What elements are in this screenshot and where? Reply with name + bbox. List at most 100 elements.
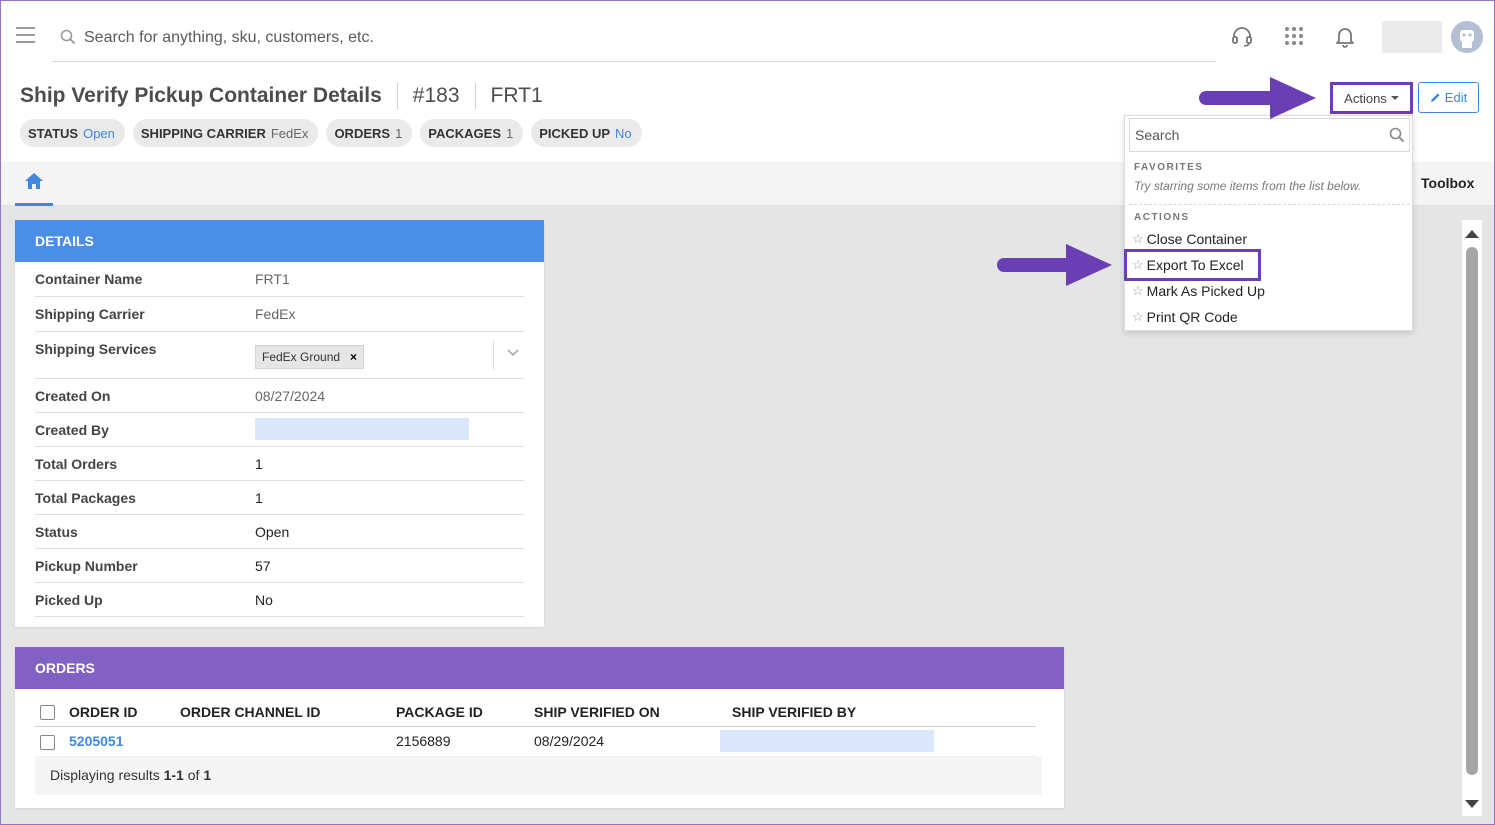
- detail-value: No: [255, 592, 273, 608]
- detail-label: Created On: [35, 388, 111, 404]
- star-icon[interactable]: ☆: [1132, 231, 1144, 247]
- toolbox-tab[interactable]: Toolbox: [1421, 175, 1474, 191]
- menu-item-label: Print QR Code: [1146, 309, 1238, 325]
- order-id-link[interactable]: 5205051: [69, 733, 124, 749]
- carrier-badge: SHIPPING CARRIER FedEx: [132, 119, 319, 147]
- edit-button[interactable]: Edit: [1418, 82, 1479, 113]
- favorites-hint: Try starring some items from the list be…: [1134, 179, 1362, 193]
- detail-value: Open: [255, 524, 290, 540]
- badge-label: PICKED UP: [539, 125, 611, 141]
- tab-home[interactable]: [15, 162, 53, 206]
- apps-grid-icon[interactable]: [1282, 24, 1306, 48]
- actions-button[interactable]: Actions: [1330, 82, 1413, 114]
- detail-label: Pickup Number: [35, 558, 138, 574]
- column-header[interactable]: ORDER ID: [69, 704, 137, 720]
- detail-row-picked-up: Picked Up No: [35, 583, 524, 617]
- badge-value: 1: [395, 125, 403, 141]
- detail-row-total-packages: Total Packages 1: [35, 481, 524, 515]
- table-header: ORDER ID ORDER CHANNEL ID PACKAGE ID SHI…: [35, 699, 1036, 727]
- detail-value: 1: [255, 456, 263, 472]
- chevron-down-icon[interactable]: [507, 349, 519, 357]
- page-header: Ship Verify Pickup Container Details #18…: [20, 82, 543, 110]
- shipping-services-select[interactable]: FedEx Ground ×: [255, 345, 365, 378]
- detail-value: 1: [255, 490, 263, 506]
- column-header[interactable]: SHIP VERIFIED ON: [534, 704, 660, 720]
- search-icon: [60, 29, 76, 45]
- star-icon[interactable]: ☆: [1132, 283, 1144, 299]
- menu-item-label: Close Container: [1146, 231, 1248, 247]
- user-name-placeholder[interactable]: [1382, 21, 1442, 53]
- menu-item-print-qr-code[interactable]: ☆ Print QR Code: [1132, 306, 1238, 328]
- details-card: DETAILS Container Name FRT1 Shipping Car…: [15, 220, 544, 627]
- dropdown-search: [1129, 118, 1410, 152]
- actions-dropdown: FAVORITES Try starring some items from t…: [1124, 115, 1413, 331]
- detail-label: Shipping Services: [35, 341, 157, 357]
- vertical-scrollbar[interactable]: [1462, 220, 1482, 816]
- summary-badges: STATUS Open SHIPPING CARRIER FedEx ORDERS 1…: [20, 119, 642, 147]
- details-heading: DETAILS: [15, 220, 544, 262]
- badge-value: 1: [506, 125, 514, 141]
- detail-label: Total Orders: [35, 456, 118, 472]
- scroll-down-icon[interactable]: [1462, 798, 1482, 812]
- detail-row-created-by: Created By: [35, 413, 524, 447]
- detail-label: Container Name: [35, 271, 143, 287]
- dropdown-search-input[interactable]: [1135, 125, 1375, 145]
- menu-item-mark-as-picked-up[interactable]: ☆ Mark As Picked Up: [1132, 280, 1265, 302]
- picked-up-badge: PICKED UP No: [531, 119, 642, 147]
- badge-label: ORDERS: [334, 125, 391, 141]
- star-icon[interactable]: ☆: [1132, 309, 1144, 325]
- detail-row-pickup-number: Pickup Number 57: [35, 549, 524, 583]
- footer-text: Displaying results: [50, 767, 164, 783]
- column-header[interactable]: SHIP VERIFIED BY: [732, 704, 856, 720]
- badge-label: SHIPPING CARRIER: [140, 125, 266, 141]
- robot-avatar-icon: [1451, 21, 1483, 53]
- search-icon: [1389, 127, 1405, 143]
- menu-icon[interactable]: [16, 27, 35, 43]
- detail-value: FRT1: [255, 271, 290, 287]
- bell-icon[interactable]: [1333, 24, 1357, 48]
- scrollbar-thumb[interactable]: [1466, 247, 1478, 775]
- home-icon: [25, 173, 43, 189]
- menu-item-export-to-excel[interactable]: ☆ Export To Excel: [1132, 254, 1244, 276]
- row-checkbox[interactable]: [40, 735, 55, 750]
- global-search-input[interactable]: [84, 26, 1204, 50]
- record-name: FRT1: [490, 84, 543, 107]
- detail-value: 08/27/2024: [255, 388, 326, 404]
- star-icon[interactable]: ☆: [1132, 257, 1144, 273]
- service-chip: FedEx Ground ×: [255, 345, 365, 369]
- table-row: 5205051 2156889 08/29/2024: [35, 727, 1036, 757]
- record-id: #183: [412, 84, 460, 107]
- favorites-heading: FAVORITES: [1134, 162, 1204, 173]
- actions-heading: ACTIONS: [1134, 212, 1190, 223]
- detail-label: Shipping Carrier: [35, 306, 145, 322]
- badge-value: No: [615, 125, 632, 141]
- badge-value: FedEx: [270, 125, 309, 141]
- arrow-right-icon: [1199, 77, 1316, 119]
- column-header[interactable]: ORDER CHANNEL ID: [180, 704, 321, 720]
- header-divider: [396, 83, 398, 109]
- badge-label: STATUS: [28, 125, 79, 141]
- ship-verified-on: 08/29/2024: [534, 733, 605, 749]
- menu-item-label: Export To Excel: [1146, 257, 1244, 273]
- redacted-value: [255, 418, 469, 440]
- top-bar: [0, 0, 1495, 66]
- badge-value: Open: [83, 125, 115, 141]
- arrow-right-icon: [997, 244, 1112, 286]
- column-header[interactable]: PACKAGE ID: [396, 704, 483, 720]
- menu-item-close-container[interactable]: ☆ Close Container: [1132, 228, 1247, 250]
- menu-item-label: Mark As Picked Up: [1146, 283, 1265, 299]
- headset-icon[interactable]: [1230, 24, 1254, 48]
- packages-badge: PACKAGES 1: [420, 119, 524, 147]
- detail-label: Picked Up: [35, 592, 103, 608]
- actions-label: Actions: [1344, 90, 1387, 106]
- dropdown-divider: [1129, 204, 1410, 205]
- footer-text: of: [183, 767, 204, 783]
- detail-label: Created By: [35, 422, 109, 438]
- scroll-up-icon[interactable]: [1462, 226, 1482, 240]
- edit-label: Edit: [1444, 90, 1468, 105]
- select-all-checkbox[interactable]: [40, 705, 55, 720]
- orders-heading: ORDERS: [15, 647, 1064, 689]
- global-search: [52, 18, 1216, 62]
- remove-chip-icon[interactable]: ×: [350, 350, 357, 364]
- avatar[interactable]: [1451, 21, 1483, 53]
